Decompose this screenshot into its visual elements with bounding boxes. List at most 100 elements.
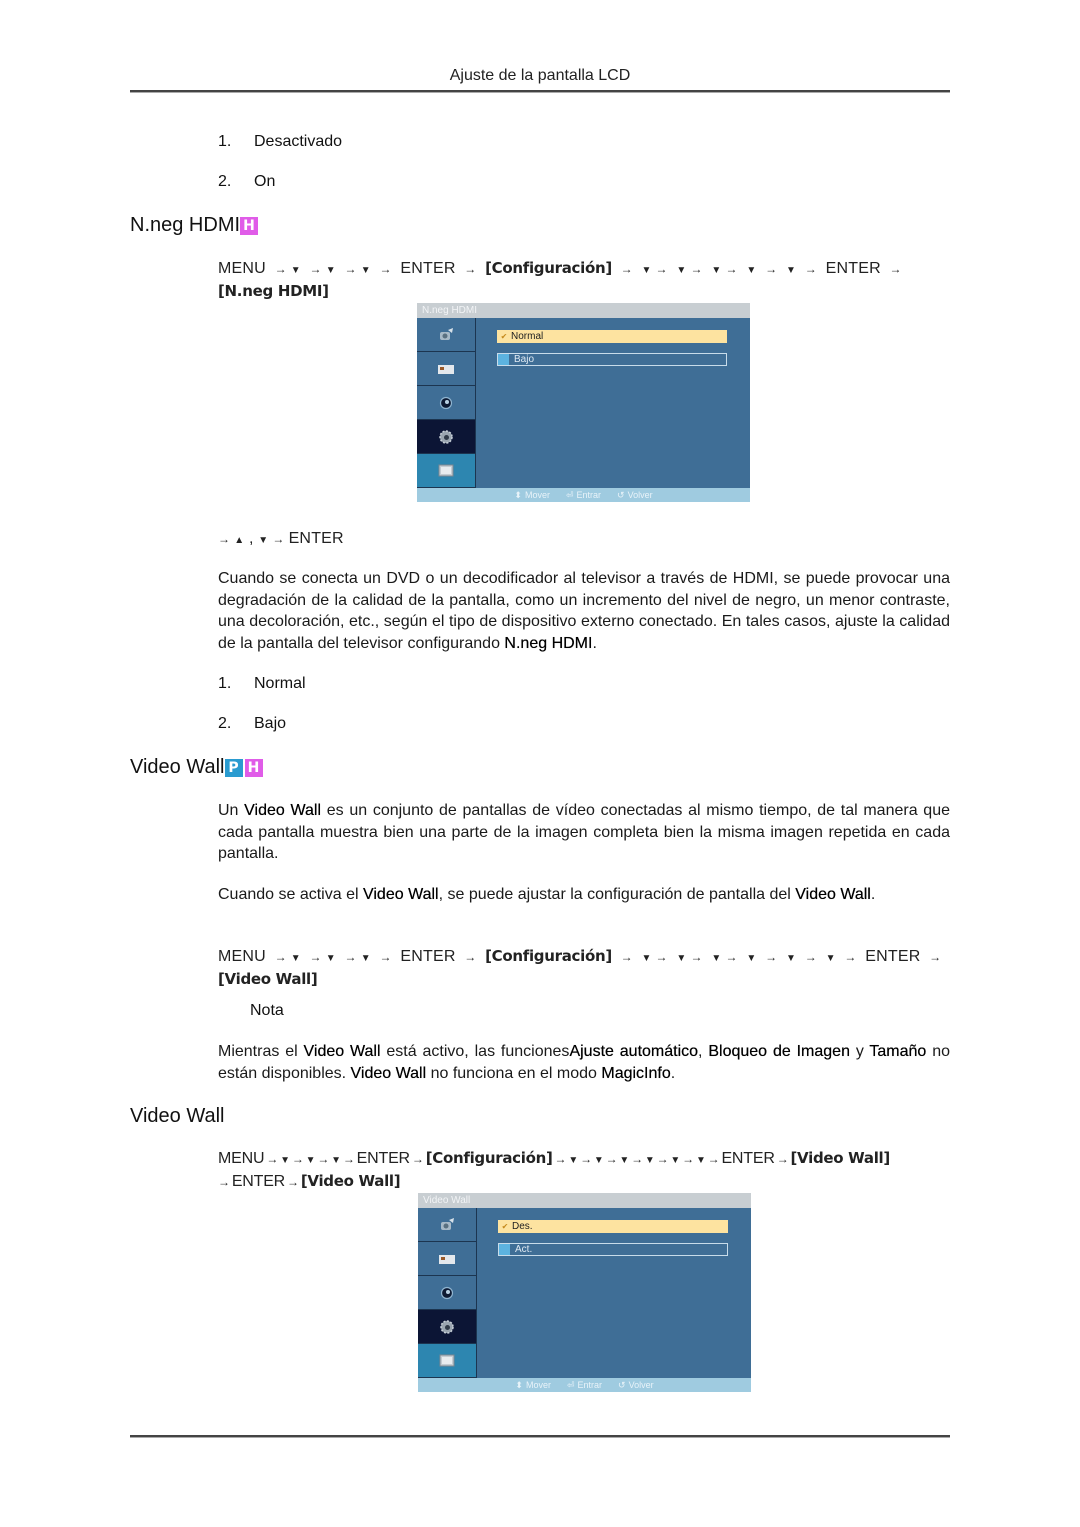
list-item: 1. Normal bbox=[218, 675, 306, 693]
down-icon: ▼ bbox=[290, 953, 301, 964]
arrow-icon: → bbox=[554, 1152, 567, 1166]
osd-tab-picture[interactable] bbox=[417, 318, 475, 352]
arrow-icon: → bbox=[655, 262, 668, 276]
osd-tab-multi-control[interactable] bbox=[417, 454, 475, 488]
down-icon: ▼ bbox=[711, 265, 722, 276]
osd-tab-configuration[interactable] bbox=[418, 1310, 476, 1344]
enter-key: ENTER bbox=[231, 1173, 286, 1190]
arrow-icon: → bbox=[309, 950, 322, 964]
down-icon: ▼ bbox=[825, 953, 836, 964]
down-icon: ▼ bbox=[711, 953, 722, 964]
osd-option-label: Act. bbox=[515, 1243, 533, 1255]
arrow-icon: → bbox=[274, 950, 287, 964]
osd-tab-configuration[interactable] bbox=[417, 420, 475, 454]
emphasis: MagicInfo bbox=[601, 1064, 671, 1082]
arrow-icon: → bbox=[765, 262, 778, 276]
arrow-icon: → bbox=[342, 1152, 355, 1166]
nav-path-videowall-2: MENU → ▼ → ▼ → ▼ → ENTER → [Configuración] → ▼ → ▼ → ▼ → ▼… bbox=[218, 1148, 950, 1193]
arrow-icon: → bbox=[218, 532, 231, 546]
arrow-icon: → bbox=[287, 1175, 299, 1189]
osd-footer-enter: ⏎ Entrar bbox=[566, 488, 601, 502]
setup-icon bbox=[440, 1286, 454, 1299]
down-icon: ▼ bbox=[676, 953, 687, 964]
section-heading-nneg-hdmi: N.neg HDMI H bbox=[130, 214, 259, 237]
down-icon: ▼ bbox=[695, 1155, 706, 1166]
section-heading-video-wall-2: Video Wall bbox=[130, 1105, 225, 1128]
arrow-icon: → bbox=[379, 950, 392, 964]
osd-footer-return: ↺ Volver bbox=[617, 488, 653, 502]
down-icon: ▼ bbox=[641, 953, 652, 964]
osd-footer: ⬍ Mover ⏎ Entrar ↺ Volver bbox=[417, 488, 750, 502]
osd-option-label: Normal bbox=[511, 330, 544, 342]
osd-option-des[interactable]: ✔ Des. bbox=[498, 1220, 728, 1233]
list-item: 2. On bbox=[218, 173, 275, 191]
return-icon: ↺ bbox=[618, 1380, 626, 1390]
down-icon: ▼ bbox=[644, 1155, 655, 1166]
enter-key: ENTER bbox=[400, 260, 456, 277]
osd-footer-move: ⬍ Mover bbox=[514, 488, 550, 502]
picture-icon bbox=[441, 1217, 454, 1230]
nneg-description: Cuando se conecta un DVD o un decodifica… bbox=[218, 568, 950, 654]
monitor-icon bbox=[438, 464, 454, 476]
arrow-icon: → bbox=[218, 1175, 230, 1189]
list-number: 1. bbox=[218, 133, 232, 150]
arrow-icon: → bbox=[631, 1152, 643, 1166]
return-icon: ↺ bbox=[617, 490, 625, 500]
osd-sidebar bbox=[418, 1208, 477, 1378]
osd-tab-setup[interactable] bbox=[418, 1276, 476, 1310]
nav-path-nneg: MENU → ▼ → ▼ → ▼ → ENTER → [Configuración] … bbox=[218, 258, 950, 302]
config-menu-label: [Configuración] bbox=[425, 1149, 553, 1167]
heading-text: Video Wall bbox=[130, 1105, 225, 1127]
list-label: Normal bbox=[254, 675, 306, 692]
osd-tab-setup[interactable] bbox=[417, 386, 475, 420]
arrow-icon: → bbox=[309, 262, 322, 276]
osd-tab-picture[interactable] bbox=[418, 1208, 476, 1242]
text: Cuando se activa el bbox=[218, 886, 363, 903]
osd-sidebar bbox=[417, 318, 476, 488]
config-menu-label: [Configuración] bbox=[485, 259, 612, 277]
down-icon: ▼ bbox=[746, 265, 757, 276]
nav-select: → ▲ , ▼ → ENTER bbox=[218, 530, 344, 547]
osd-option-act[interactable]: Act. bbox=[498, 1243, 728, 1256]
emphasis: N.neg HDMI bbox=[504, 634, 593, 652]
heading-text: N.neg HDMI bbox=[130, 214, 241, 236]
arrow-icon: → bbox=[889, 262, 902, 276]
cursor-block-icon bbox=[499, 1244, 510, 1255]
down-icon: ▼ bbox=[360, 265, 371, 276]
arrow-icon: → bbox=[464, 262, 477, 276]
text: . bbox=[670, 1064, 676, 1082]
arrow-icon: → bbox=[707, 1152, 720, 1166]
down-icon: ▼ bbox=[360, 953, 371, 964]
enter-key: ENTER bbox=[865, 948, 921, 965]
osd-tab-sound[interactable] bbox=[417, 352, 475, 386]
osd-tab-sound[interactable] bbox=[418, 1242, 476, 1276]
down-icon: ▼ bbox=[785, 265, 797, 276]
osd-footer-return: ↺ Volver bbox=[618, 1378, 654, 1392]
footer-label: Volver bbox=[627, 490, 653, 500]
videowall-paragraph-1: Un Video Wall es un conjunto de pantalla… bbox=[218, 800, 950, 865]
page-header-title: Ajuste de la pantalla LCD bbox=[449, 67, 631, 84]
emphasis: Tamaño bbox=[869, 1043, 927, 1060]
menu-key: MENU bbox=[218, 1150, 265, 1167]
list-label: Bajo bbox=[254, 715, 287, 732]
arrow-icon: → bbox=[844, 950, 857, 964]
down-icon: ▼ bbox=[325, 265, 336, 276]
osd-footer-enter: ⏎ Entrar bbox=[567, 1378, 602, 1392]
hdmi-badge-icon: H bbox=[244, 758, 263, 777]
osd-tab-multi-control[interactable] bbox=[418, 1344, 476, 1378]
osd-option-bajo[interactable]: Bajo bbox=[497, 353, 727, 366]
enter-key: ENTER bbox=[288, 530, 344, 547]
list-item: 2. Bajo bbox=[218, 715, 286, 733]
menu-key: MENU bbox=[218, 948, 266, 965]
gear-icon bbox=[440, 1319, 454, 1334]
arrow-icon: → bbox=[690, 950, 703, 964]
enter-icon: ⏎ bbox=[565, 490, 574, 500]
down-icon: ▼ bbox=[676, 265, 687, 276]
emphasis: Video Wall bbox=[362, 886, 439, 903]
arrow-icon: → bbox=[620, 262, 633, 276]
osd-option-normal[interactable]: ✔ Normal bbox=[497, 330, 727, 343]
footer-label: Entrar bbox=[576, 490, 602, 500]
updown-icon: ⬍ bbox=[515, 1380, 523, 1390]
arrow-icon: → bbox=[620, 950, 633, 964]
osd-option-label: Des. bbox=[512, 1220, 533, 1232]
